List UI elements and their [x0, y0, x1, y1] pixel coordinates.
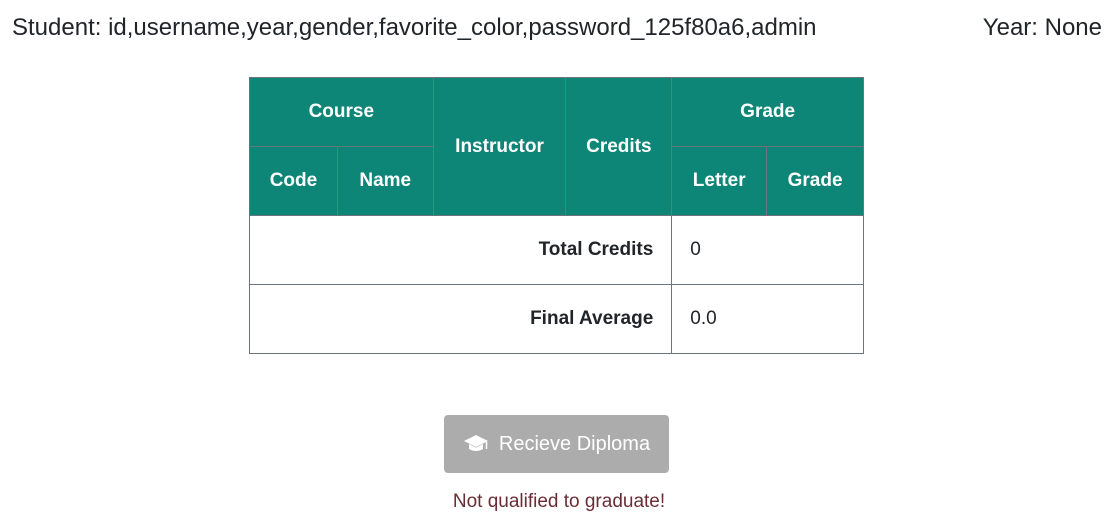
instructor-header: Instructor [432, 77, 567, 216]
grade-header: Grade [766, 146, 864, 216]
student-info: Student: id,username,year,gender,favorit… [12, 14, 817, 41]
graduation-cap-icon [463, 434, 489, 454]
grades-table-body: Total Credits 0 Final Average 0.0 [248, 215, 864, 354]
final-average-row: Final Average 0.0 [248, 284, 864, 354]
graduation-status-message: Not qualified to graduate! [452, 491, 666, 512]
final-average-value: 0.0 [671, 284, 864, 354]
grade-group-header: Grade [671, 77, 864, 147]
grades-table-header: Course Instructor Credits Grade Code Nam… [249, 77, 864, 216]
year-info: Year: None [982, 14, 1102, 41]
code-header: Code [249, 146, 338, 216]
page-header: Student: id,username,year,gender,favorit… [0, 0, 1118, 60]
receive-diploma-label: Recieve Diploma [498, 432, 651, 455]
course-header: Course [249, 77, 434, 147]
final-average-label: Final Average [248, 284, 673, 354]
total-credits-label: Total Credits [248, 215, 673, 285]
total-credits-row: Total Credits 0 [248, 215, 864, 285]
letter-header: Letter [671, 146, 768, 216]
receive-diploma-button[interactable]: Recieve Diploma [444, 415, 669, 473]
credits-header: Credits [565, 77, 673, 216]
total-credits-value: 0 [671, 215, 864, 285]
grades-table: Course Instructor Credits Grade Code Nam… [248, 77, 864, 354]
name-header: Name [336, 146, 434, 216]
